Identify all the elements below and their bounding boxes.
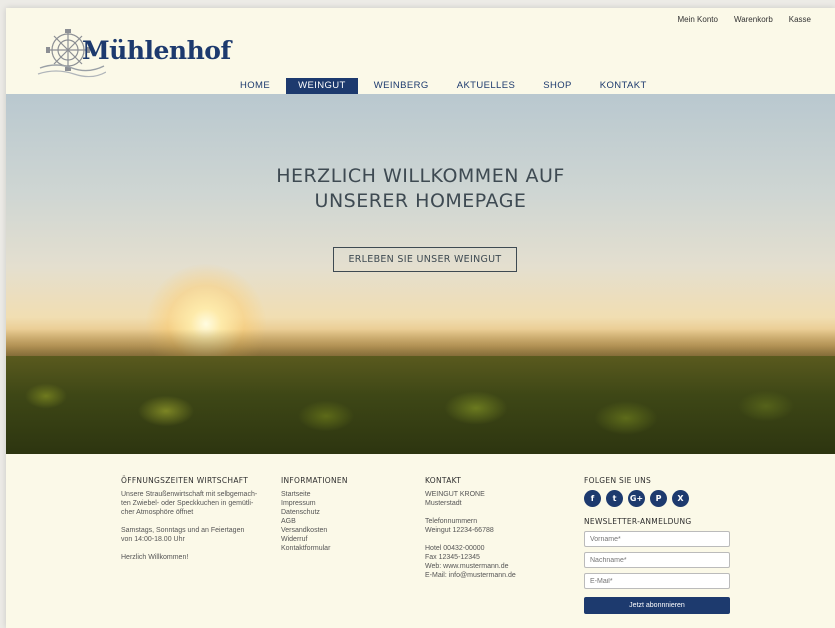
cart-link[interactable]: Warenkorb <box>734 15 773 24</box>
info-heading: INFORMATIONEN <box>281 476 348 485</box>
info-column: INFORMATIONEN Startseite Impressum Daten… <box>281 476 401 553</box>
hills <box>6 329 835 359</box>
hours-text-3: cher Atmosphöre öffnet <box>121 509 194 516</box>
my-account-link[interactable]: Mein Konto <box>677 15 717 24</box>
hero-title: HERZLICH WILLKOMMEN AUF UNSERER HOMEPAGE <box>6 164 835 214</box>
link-versandkosten[interactable]: Versandkosten <box>281 526 401 535</box>
google-plus-icon[interactable]: G+ <box>628 490 645 507</box>
hero-banner: HERZLICH WILLKOMMEN AUF UNSERER HOMEPAGE… <box>6 94 835 454</box>
contact-heading: KONTAKT <box>425 476 462 485</box>
contact-name: WEINGUT KRONE <box>425 491 485 498</box>
contact-phone-label: Telefonnummern <box>425 518 478 525</box>
nav-kontakt[interactable]: KONTAKT <box>588 78 659 94</box>
contact-hotel: Hotel 00432-00000 <box>425 545 485 552</box>
link-widerruf[interactable]: Widerruf <box>281 535 401 544</box>
hero-title-line2: UNSERER HOMEPAGE <box>314 190 527 212</box>
hours-column: ÖFFNUNGSZEITEN WIRTSCHAFT Unsere Strauße… <box>121 476 271 562</box>
newsletter-heading: NEWSLETTER-ANMELDUNG <box>584 517 692 526</box>
twitter-icon[interactable]: t <box>606 490 623 507</box>
nav-aktuelles[interactable]: AKTUELLES <box>445 78 528 94</box>
facebook-icon[interactable]: f <box>584 490 601 507</box>
social-heading: FOLGEN SIE UNS <box>584 476 652 485</box>
contact-email: E-Mail: info@mustermann.de <box>425 572 516 579</box>
header: Mein Konto Warenkorb Kasse Mühlenhof HOM… <box>6 8 835 94</box>
social-newsletter-column: FOLGEN SIE UNS f t G+ P X NEWSLETTER-ANM… <box>584 476 744 614</box>
contact-city: Musterstadt <box>425 500 462 507</box>
checkout-link[interactable]: Kasse <box>789 15 811 24</box>
nav-weinberg[interactable]: WEINBERG <box>362 78 441 94</box>
contact-web: Web: www.mustermann.de <box>425 563 509 570</box>
contact-column: KONTAKT WEINGUT KRONE Musterstadt Telefo… <box>425 476 555 580</box>
hero-title-line1: HERZLICH WILLKOMMEN AUF <box>276 165 565 187</box>
link-kontaktformular[interactable]: Kontaktformular <box>281 544 401 553</box>
nav-home[interactable]: HOME <box>228 78 282 94</box>
explore-winery-button[interactable]: ERLEBEN SIE UNSER WEINGUT <box>333 247 517 272</box>
logo[interactable]: Mühlenhof <box>36 22 231 80</box>
link-startseite[interactable]: Startseite <box>281 490 401 499</box>
nav-shop[interactable]: SHOP <box>531 78 584 94</box>
hours-heading: ÖFFNUNGSZEITEN WIRTSCHAFT <box>121 476 249 485</box>
email-input[interactable] <box>584 573 730 589</box>
logo-text: Mühlenhof <box>82 36 231 65</box>
xing-icon[interactable]: X <box>672 490 689 507</box>
main-nav: HOME WEINGUT WEINBERG AKTUELLES SHOP KON… <box>228 78 663 94</box>
footer: ÖFFNUNGSZEITEN WIRTSCHAFT Unsere Strauße… <box>6 454 835 628</box>
hours-schedule-1: Samstags, Sonntags und an Feiertagen <box>121 527 245 534</box>
hours-text-2: ten Zwiebel- oder Speckkuchen in gemütli… <box>121 500 254 507</box>
hours-greeting: Herzlich Willkommen! <box>121 554 189 561</box>
pinterest-icon[interactable]: P <box>650 490 667 507</box>
contact-fax: Fax 12345-12345 <box>425 554 480 561</box>
hours-text-1: Unsere Straußenwirtschaft mit selbgemach… <box>121 491 258 498</box>
hours-schedule-2: von 14:00-18.00 Uhr <box>121 536 185 543</box>
vineyard <box>6 356 835 454</box>
first-name-input[interactable] <box>584 531 730 547</box>
page: Mein Konto Warenkorb Kasse Mühlenhof HOM… <box>6 8 835 628</box>
contact-phone: Weingut 12234-66788 <box>425 527 494 534</box>
last-name-input[interactable] <box>584 552 730 568</box>
link-datenschutz[interactable]: Datenschutz <box>281 508 401 517</box>
account-bar: Mein Konto Warenkorb Kasse <box>677 15 811 24</box>
subscribe-button[interactable]: Jetzt abonnnieren <box>584 597 730 614</box>
link-agb[interactable]: AGB <box>281 517 401 526</box>
nav-weingut[interactable]: WEINGUT <box>286 78 358 94</box>
social-icons: f t G+ P X <box>584 490 744 507</box>
link-impressum[interactable]: Impressum <box>281 499 401 508</box>
